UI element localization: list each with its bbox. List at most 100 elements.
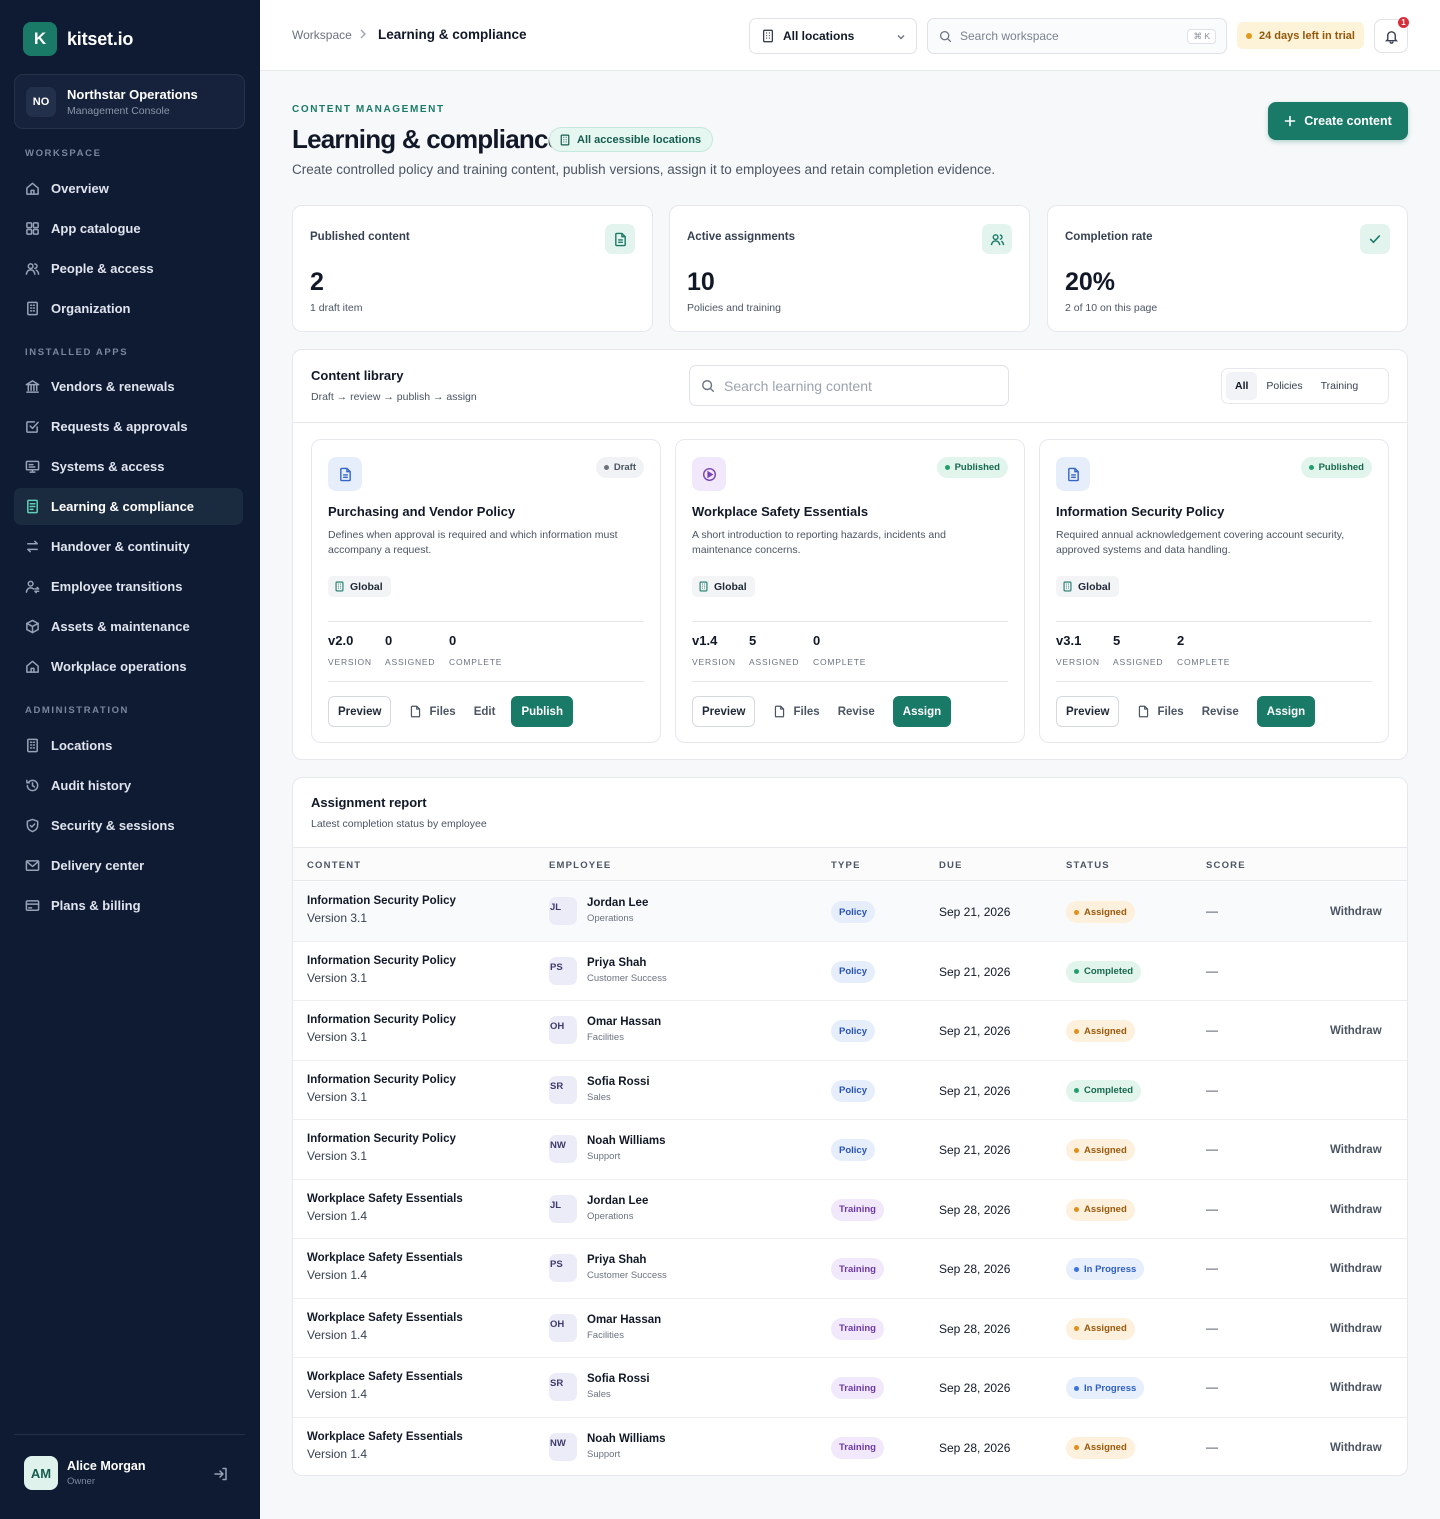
sidebar-item-vendors-renewals[interactable]: Vendors & renewals	[14, 368, 243, 405]
shield-icon	[26, 818, 39, 833]
withdraw-button[interactable]: Withdraw	[1330, 906, 1382, 918]
sidebar-item-delivery-center[interactable]: Delivery center	[14, 847, 243, 884]
card-title: Workplace Safety Essentials	[692, 504, 869, 519]
avatar: PS	[549, 956, 577, 985]
withdraw-button[interactable]: Withdraw	[1330, 1263, 1382, 1275]
content-version: Version 3.1	[307, 911, 368, 925]
preview-button[interactable]: Preview	[692, 696, 756, 727]
table-row[interactable]: Workplace Safety Essentials Version 1.4 OH…	[293, 1299, 1407, 1358]
file-icon	[775, 705, 785, 718]
withdraw-button[interactable]: Withdraw	[1330, 1323, 1382, 1335]
create-content-button[interactable]: Create content	[1268, 102, 1408, 140]
building-icon	[27, 301, 38, 316]
assign-button[interactable]: Assign	[892, 696, 952, 727]
publish-button[interactable]: Publish	[511, 696, 573, 727]
table-row[interactable]: Workplace Safety Essentials Version 1.4 PS…	[293, 1239, 1407, 1299]
brand-name: kitset.io	[67, 28, 134, 49]
employee-cell: Priya Shah Customer Success	[587, 957, 667, 984]
user-name: Alice Morgan	[67, 1459, 146, 1473]
sidebar-item-label: Audit history	[51, 778, 132, 793]
sidebar-item-requests-approvals[interactable]: Requests & approvals	[14, 408, 243, 445]
revise-button[interactable]: Revise	[838, 696, 875, 727]
employee-name: Sofia Rossi	[587, 1373, 650, 1385]
sidebar-item-learning-compliance[interactable]: Learning & compliance	[14, 488, 243, 525]
sidebar-item-app-catalogue[interactable]: App catalogue	[14, 210, 243, 247]
revise-button[interactable]: Revise	[1202, 696, 1239, 727]
withdraw-button[interactable]: Withdraw	[1330, 1025, 1382, 1037]
library-title: Content library	[311, 368, 404, 383]
withdraw-button[interactable]: Withdraw	[1330, 1442, 1382, 1454]
card-description: A short introduction to reporting hazard…	[692, 529, 946, 556]
preview-button[interactable]: Preview	[328, 696, 392, 727]
table-row[interactable]: Information Security Policy Version 3.1 PS…	[293, 942, 1407, 1001]
filter-policies[interactable]: Policies	[1257, 372, 1311, 400]
status-dot	[1074, 969, 1079, 974]
table-row[interactable]: Workplace Safety Essentials Version 1.4 SR…	[293, 1358, 1407, 1418]
table-row[interactable]: Information Security Policy Version 3.1 OH…	[293, 1001, 1407, 1061]
files-button[interactable]: Files	[1137, 696, 1184, 727]
edit-button[interactable]: Edit	[474, 696, 496, 727]
files-button[interactable]: Files	[773, 696, 820, 727]
sidebar-item-employee-transitions[interactable]: Employee transitions	[14, 568, 243, 605]
sidebar-item-systems-access[interactable]: Systems & access	[14, 448, 243, 485]
avatar: NW	[549, 1135, 577, 1163]
org-switcher[interactable]: NO Northstar Operations Management Conso…	[14, 74, 245, 129]
content-version: Version 3.1	[307, 1149, 368, 1163]
breadcrumb-separator-icon	[359, 28, 367, 40]
search-icon	[702, 379, 715, 392]
stat-label: Active assignments	[687, 231, 796, 243]
metric-assigned: 5 ASSIGNED	[749, 633, 799, 667]
sidebar-item-audit-history[interactable]: Audit history	[14, 767, 243, 804]
due-date: Sep 21, 2026	[939, 964, 1011, 979]
due-date: Sep 28, 2026	[939, 1381, 1011, 1395]
table-row[interactable]: Information Security Policy Version 3.1 JL…	[293, 882, 1407, 942]
document-icon	[328, 457, 362, 491]
card-divider	[1056, 621, 1372, 622]
metric-value: 0	[813, 633, 821, 648]
filter-training[interactable]: Training	[1312, 372, 1368, 400]
status-badge: In Progress	[1066, 1377, 1145, 1399]
filter-all[interactable]: All	[1226, 372, 1258, 400]
withdraw-button[interactable]: Withdraw	[1330, 1144, 1382, 1156]
employee-department: Customer Success	[587, 1270, 667, 1281]
brand[interactable]: K kitset.io	[23, 22, 133, 56]
sidebar-item-organization[interactable]: Organization	[14, 290, 243, 327]
sidebar-item-assets-maintenance[interactable]: Assets & maintenance	[14, 608, 243, 645]
content-library: Content library Draft → review → publish…	[292, 349, 1408, 760]
files-label: Files	[429, 705, 456, 718]
location-select[interactable]: All locations	[749, 18, 917, 54]
chevron-down-icon	[897, 35, 905, 40]
sidebar-item-locations[interactable]: Locations	[14, 727, 243, 764]
logout-button[interactable]	[213, 1466, 229, 1482]
sidebar-item-handover-continuity[interactable]: Handover & continuity	[14, 528, 243, 565]
location-chip[interactable]: All accessible locations	[549, 127, 714, 152]
status-dot	[1074, 1266, 1079, 1272]
content-version: Version 3.1	[307, 970, 368, 985]
files-button[interactable]: Files	[409, 696, 456, 727]
sidebar-item-security-sessions[interactable]: Security & sessions	[14, 807, 243, 844]
metric-complete: 0 COMPLETE	[813, 633, 866, 667]
table-row[interactable]: Workplace Safety Essentials Version 1.4 JL…	[293, 1180, 1407, 1239]
table-row[interactable]: Workplace Safety Essentials Version 1.4 NW…	[293, 1418, 1407, 1476]
type-badge: Training	[831, 1258, 884, 1280]
metric-label: VERSION	[328, 657, 372, 667]
sidebar-item-people-access[interactable]: People & access	[14, 250, 243, 287]
table-row[interactable]: Information Security Policy Version 3.1 SR…	[293, 1061, 1407, 1120]
assign-button[interactable]: Assign	[1256, 696, 1316, 727]
withdraw-button[interactable]: Withdraw	[1330, 1204, 1382, 1216]
employee-cell: Noah Williams Support	[587, 1135, 666, 1162]
library-search-placeholder: Search learning content	[724, 377, 872, 394]
sidebar-item-overview[interactable]: Overview	[14, 170, 243, 207]
breadcrumb-workspace[interactable]: Workspace	[292, 28, 352, 42]
workspace-search-input[interactable]: Search workspace ⌘ K	[927, 18, 1227, 54]
files-label: Files	[793, 705, 820, 718]
sidebar-item-plans-billing[interactable]: Plans & billing	[14, 887, 243, 924]
sidebar-item-workplace-operations[interactable]: Workplace operations	[14, 648, 243, 685]
library-search-input[interactable]: Search learning content	[689, 365, 1009, 406]
user-profile[interactable]: AM Alice Morgan Owner	[24, 1456, 146, 1490]
table-row[interactable]: Information Security Policy Version 3.1 NW…	[293, 1120, 1407, 1180]
preview-button[interactable]: Preview	[1056, 696, 1120, 727]
trial-badge[interactable]: 24 days left in trial	[1237, 22, 1364, 49]
avatar: SR	[549, 1373, 577, 1401]
withdraw-button[interactable]: Withdraw	[1330, 1382, 1382, 1394]
